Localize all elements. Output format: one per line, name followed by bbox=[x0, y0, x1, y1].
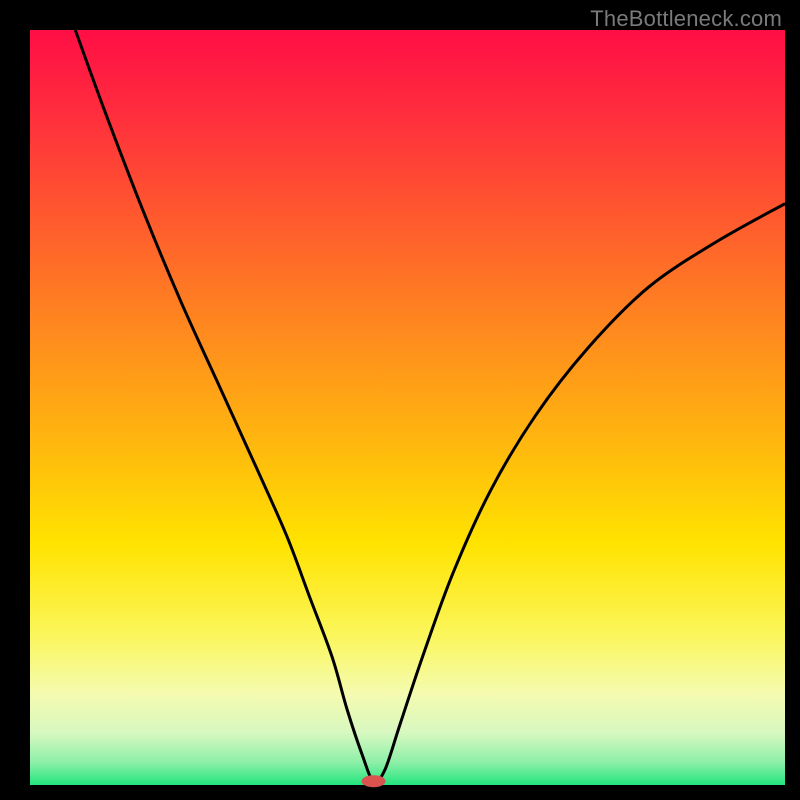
plot-background bbox=[30, 30, 785, 785]
watermark-text: TheBottleneck.com bbox=[590, 6, 782, 32]
bottleneck-chart bbox=[0, 0, 800, 800]
chart-svg bbox=[0, 0, 800, 800]
bottleneck-min-marker bbox=[362, 775, 386, 787]
